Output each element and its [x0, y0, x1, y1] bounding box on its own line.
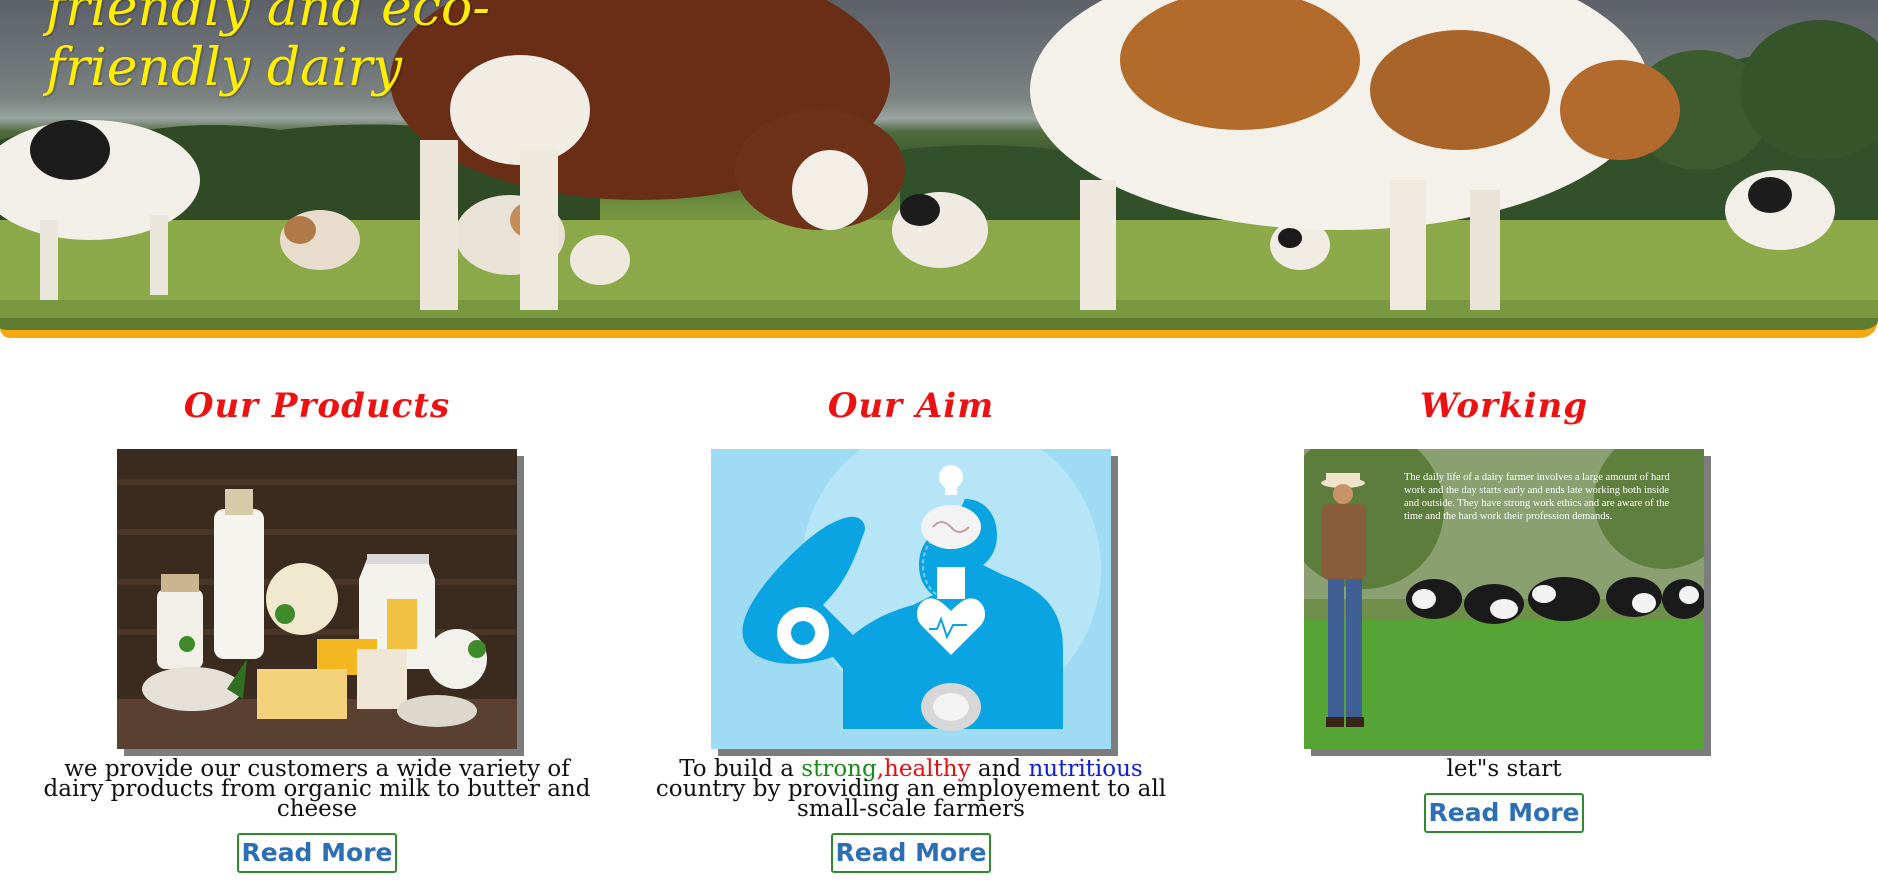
card-description: To build a strong,healthy and nutritious… [631, 758, 1191, 822]
dairy-products-image [117, 449, 517, 749]
card-description: we provide our customers a wide variety … [43, 756, 591, 822]
hero-title: friendly and eco-friendly dairy [46, 0, 490, 98]
card-title: Working [1420, 386, 1588, 426]
read-more-button[interactable]: Read More [237, 833, 397, 873]
card-title: Our Aim [827, 386, 995, 426]
card-our-products: Our Products we provide our customers a … [17, 386, 617, 873]
healthy-body-image [711, 449, 1111, 749]
aim-text-after: country by providing an employement to a… [655, 776, 1167, 822]
read-more-button[interactable]: Read More [831, 833, 991, 873]
card-description: let"s start [1446, 756, 1562, 782]
card-our-aim: Our Aim To build a strong,healthy and nu… [611, 386, 1211, 873]
read-more-button[interactable]: Read More [1424, 793, 1584, 833]
farmer-with-cows-image: The daily life of a dairy farmer involve… [1304, 449, 1704, 749]
hero-banner: friendly and eco-friendly dairy [0, 0, 1878, 338]
card-working: Working The daily life of a dairy farmer… [1204, 386, 1804, 833]
card-title: Our Products [183, 386, 451, 426]
working-image-caption: The daily life of a dairy farmer involve… [1404, 472, 1670, 522]
